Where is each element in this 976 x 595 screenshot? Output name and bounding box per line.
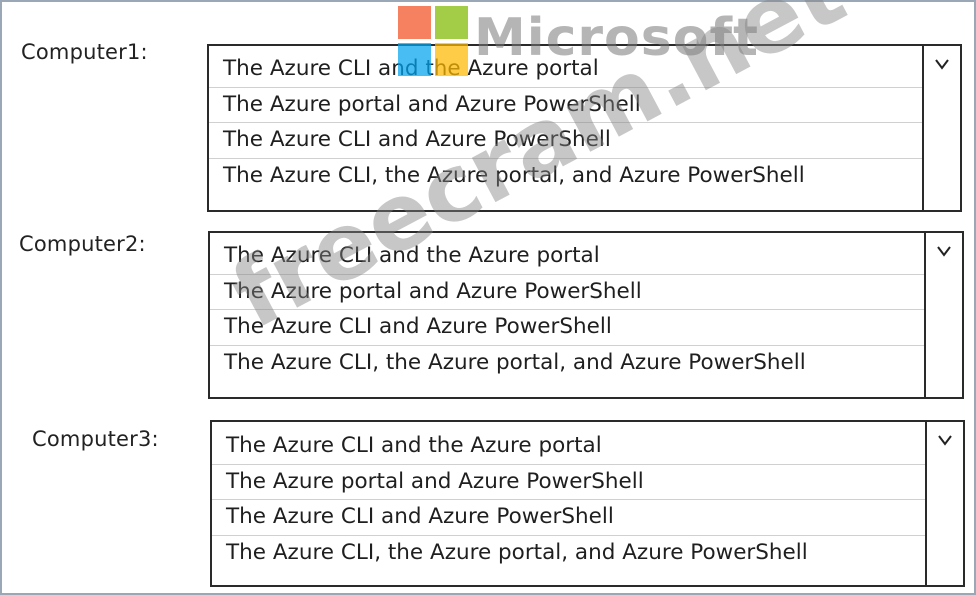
computer3-dropdown-toggle[interactable] <box>925 422 963 585</box>
dropdown-option[interactable]: The Azure CLI, the Azure portal, and Azu… <box>212 536 925 571</box>
dropdown-option[interactable]: The Azure CLI, the Azure portal, and Azu… <box>209 159 922 194</box>
dropdown-option[interactable]: The Azure portal and Azure PowerShell <box>212 465 925 500</box>
dropdown-option[interactable]: The Azure CLI, the Azure portal, and Azu… <box>210 346 924 381</box>
computer1-options: The Azure CLI and the Azure portal The A… <box>209 52 922 210</box>
computer2-label: Computer2: <box>19 232 146 256</box>
chevron-down-icon <box>938 435 952 446</box>
computer3-dropdown[interactable]: The Azure CLI and the Azure portal The A… <box>210 420 965 587</box>
dropdown-option[interactable]: The Azure portal and Azure PowerShell <box>210 275 924 310</box>
computer2-dropdown[interactable]: The Azure CLI and the Azure portal The A… <box>208 231 964 399</box>
dropdown-option[interactable]: The Azure portal and Azure PowerShell <box>209 88 922 123</box>
dropdown-option[interactable]: The Azure CLI and the Azure portal <box>210 239 924 275</box>
computer3-options: The Azure CLI and the Azure portal The A… <box>212 429 925 585</box>
computer1-dropdown[interactable]: The Azure CLI and the Azure portal The A… <box>207 44 962 212</box>
dropdown-option[interactable]: The Azure CLI and Azure PowerShell <box>209 123 922 159</box>
dropdown-option[interactable]: The Azure CLI and Azure PowerShell <box>210 310 924 346</box>
microsoft-watermark-text: Microsoft <box>474 8 759 68</box>
dropdown-option[interactable]: The Azure CLI and the Azure portal <box>212 429 925 465</box>
chevron-down-icon <box>937 246 951 257</box>
chevron-down-icon <box>935 59 949 70</box>
computer3-label: Computer3: <box>32 427 159 451</box>
computer1-label: Computer1: <box>21 40 148 64</box>
computer2-options: The Azure CLI and the Azure portal The A… <box>210 239 924 397</box>
computer1-dropdown-toggle[interactable] <box>922 46 960 210</box>
microsoft-logo-icon <box>398 6 468 76</box>
dropdown-option[interactable]: The Azure CLI and Azure PowerShell <box>212 500 925 536</box>
computer2-dropdown-toggle[interactable] <box>924 233 962 397</box>
